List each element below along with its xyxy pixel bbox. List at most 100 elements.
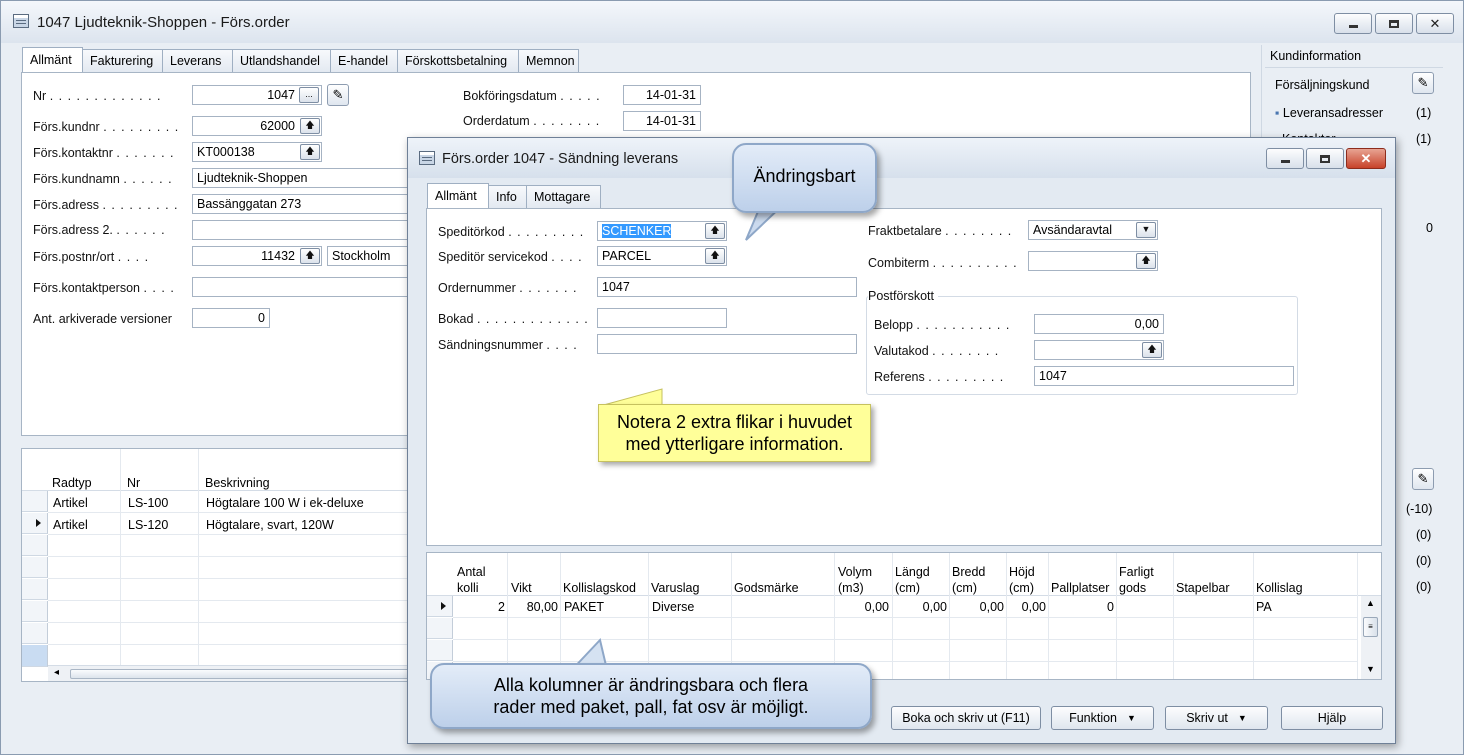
tab-mottagare[interactable]: Mottagare <box>526 185 601 208</box>
tab-utlandshandel[interactable]: Utlandshandel <box>232 49 331 72</box>
adress-field[interactable]: Bassänggatan 273 <box>192 194 410 214</box>
col-kollislag[interactable]: Kollislag <box>1256 564 1303 596</box>
referens-field[interactable]: 1047 <box>1034 366 1294 386</box>
col-volym[interactable]: Volym (m3) <box>838 564 872 596</box>
row-selector[interactable] <box>22 513 48 534</box>
form-icon <box>419 151 435 165</box>
tab-leverans[interactable]: Leverans <box>162 49 233 72</box>
maximize-icon <box>1320 154 1330 163</box>
maximize-button[interactable] <box>1306 148 1344 169</box>
tab-allmant[interactable]: Allmänt <box>427 183 489 208</box>
vertical-scrollbar[interactable]: ▲ ≡ ▼ <box>1361 596 1381 679</box>
table-cell[interactable]: Diverse <box>652 600 694 614</box>
scroll-left-icon[interactable]: ◂ <box>54 667 59 678</box>
combiterm-label: Combiterm . . . . . . . . . . <box>868 256 1018 270</box>
kundnr-lookup-icon[interactable]: 🡅 <box>300 118 320 134</box>
edit-icon[interactable]: ✎ <box>1412 468 1434 490</box>
boka-och-skriv-ut-button[interactable]: Boka och skriv ut (F11) <box>891 706 1041 730</box>
belopp-field[interactable]: 0,00 <box>1034 314 1164 334</box>
edit-icon[interactable]: ✎ <box>1412 72 1434 94</box>
col-radtyp[interactable]: Radtyp <box>52 475 92 491</box>
scroll-thumb[interactable]: ≡ <box>1363 617 1378 637</box>
table-cell[interactable]: 0 <box>1051 600 1114 614</box>
main-titlebar[interactable]: 1047 Ljudteknik-Shoppen - Förs.order ✕ <box>1 1 1463 43</box>
minimize-button[interactable] <box>1266 148 1304 169</box>
col-nr[interactable]: Nr <box>127 475 140 491</box>
close-button[interactable]: ✕ <box>1416 13 1454 34</box>
row-selector[interactable] <box>22 491 48 512</box>
col-godsmarke[interactable]: Godsmärke <box>734 564 799 596</box>
hjalp-button[interactable]: Hjälp <box>1281 706 1383 730</box>
col-varuslag[interactable]: Varuslag <box>651 564 699 596</box>
bokad-field[interactable] <box>597 308 727 328</box>
scroll-up-icon[interactable]: ▲ <box>1366 598 1375 608</box>
col-hojd[interactable]: Höjd (cm) <box>1009 564 1035 596</box>
form-icon <box>13 14 29 28</box>
table-cell[interactable]: Högtalare, svart, 120W <box>206 518 334 532</box>
col-kollislagskod[interactable]: Kollislagskod <box>563 564 636 596</box>
col-stapelbar[interactable]: Stapelbar <box>1176 564 1230 596</box>
tab-info[interactable]: Info <box>488 185 527 208</box>
bokforingsdatum-label: Bokföringsdatum . . . . . <box>463 89 601 103</box>
col-vikt[interactable]: Vikt <box>511 564 532 596</box>
col-bredd[interactable]: Bredd (cm) <box>952 564 985 596</box>
ort-field[interactable]: Stockholm <box>327 246 410 266</box>
orderdatum-field[interactable]: 14-01-31 <box>623 111 701 131</box>
skriv-ut-button[interactable]: Skriv ut ▼ <box>1165 706 1268 730</box>
table-row[interactable]: Artikel <box>53 496 88 510</box>
col-pallplatser[interactable]: Pallplatser <box>1051 564 1109 596</box>
horizontal-scrollbar[interactable]: ◂ <box>48 665 420 681</box>
table-row[interactable]: 2 <box>457 600 505 614</box>
sandningsnummer-field[interactable] <box>597 334 857 354</box>
table-cell[interactable]: PA <box>1256 600 1272 614</box>
sandningsnummer-label: Sändningsnummer . . . . <box>438 338 578 352</box>
postnr-lookup-icon[interactable]: 🡅 <box>300 248 320 264</box>
current-row-icon <box>36 519 41 527</box>
sidebar-item-forsaljningskund[interactable]: Försäljningskund <box>1275 78 1370 92</box>
scroll-down-icon[interactable]: ▼ <box>1366 664 1375 674</box>
tab-fakturering[interactable]: Fakturering <box>82 49 163 72</box>
kontaktnr-lookup-icon[interactable]: 🡅 <box>300 144 320 160</box>
bokforingsdatum-field[interactable]: 14-01-31 <box>623 85 701 105</box>
speditorkod-lookup-icon[interactable]: 🡅 <box>705 223 725 239</box>
arkiverade-field[interactable]: 0 <box>192 308 270 328</box>
table-row[interactable]: Artikel <box>53 518 88 532</box>
tab-e-handel[interactable]: E-handel <box>330 49 398 72</box>
minimize-button[interactable] <box>1334 13 1372 34</box>
col-beskrivning[interactable]: Beskrivning <box>205 475 270 491</box>
table-cell[interactable]: 0,00 <box>1009 600 1046 614</box>
table-cell[interactable]: 0,00 <box>837 600 889 614</box>
postforskott-title: Postförskott <box>868 289 938 303</box>
tab-allmant[interactable]: Allmänt <box>22 47 83 72</box>
combiterm-lookup-icon[interactable]: 🡅 <box>1136 253 1156 269</box>
table-cell[interactable]: Högtalare 100 W i ek-deluxe <box>206 496 364 510</box>
sidebar-item-leveransadresser[interactable]: ▪ Leveransadresser <box>1275 106 1383 120</box>
edit-icon[interactable]: ✎ <box>327 84 349 106</box>
tab-forskottsbetalning[interactable]: Förskottsbetalning <box>397 49 519 72</box>
table-cell[interactable]: 80,00 <box>511 600 558 614</box>
row-selector[interactable] <box>427 596 453 617</box>
nr-assist-button[interactable]: ... <box>299 87 319 103</box>
callout-andringsbart: Ändringsbart <box>732 143 877 213</box>
servicekod-lookup-icon[interactable]: 🡅 <box>705 248 725 264</box>
close-button[interactable]: ✕ <box>1346 148 1386 169</box>
col-farligt-gods[interactable]: Farligt gods <box>1119 564 1154 596</box>
adress2-field[interactable] <box>192 220 410 240</box>
tab-memnon[interactable]: Memnon <box>518 49 579 72</box>
table-cell[interactable]: 0,00 <box>952 600 1004 614</box>
callout-text: rader med paket, pall, fat osv är möjlig… <box>493 697 809 717</box>
callout-notera: Notera 2 extra flikar i huvudet med ytte… <box>598 404 871 462</box>
table-cell[interactable]: PAKET <box>564 600 604 614</box>
chevron-down-icon[interactable]: ▼ <box>1136 222 1156 238</box>
table-cell[interactable]: LS-100 <box>128 496 168 510</box>
funktion-button[interactable]: Funktion ▼ <box>1051 706 1154 730</box>
valutakod-lookup-icon[interactable]: 🡅 <box>1142 342 1162 358</box>
table-cell[interactable]: 0,00 <box>895 600 947 614</box>
ordernummer-field[interactable]: 1047 <box>597 277 857 297</box>
col-antal-kolli[interactable]: Antal kolli <box>457 564 486 596</box>
kontaktperson-field[interactable] <box>192 277 410 297</box>
table-cell[interactable]: LS-120 <box>128 518 168 532</box>
kundnamn-field[interactable]: Ljudteknik-Shoppen <box>192 168 410 188</box>
col-langd[interactable]: Längd (cm) <box>895 564 930 596</box>
maximize-button[interactable] <box>1375 13 1413 34</box>
